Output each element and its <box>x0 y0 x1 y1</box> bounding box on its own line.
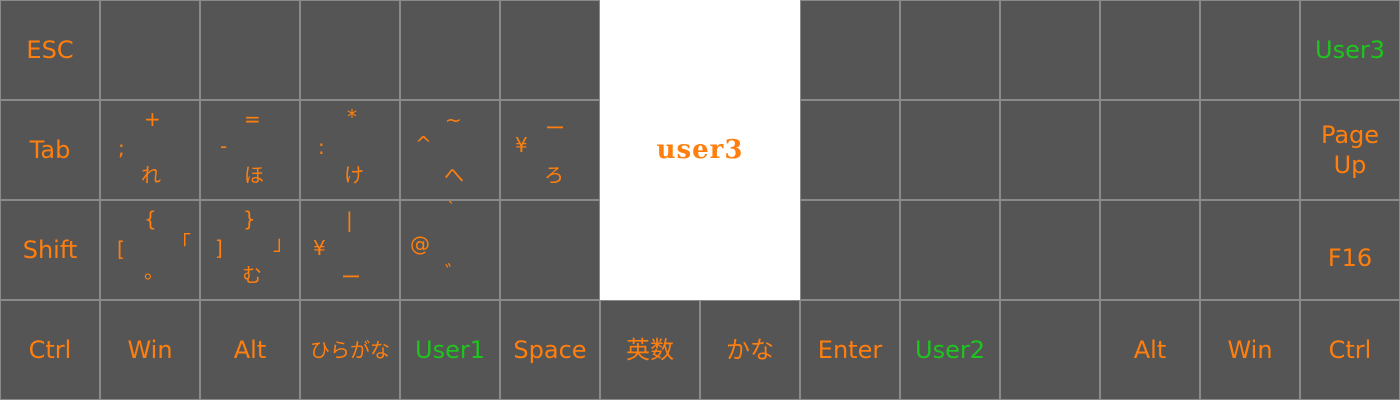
key-eisu[interactable]: 英数 <box>600 300 700 400</box>
key-colon[interactable]: * : け <box>300 100 400 200</box>
key-blank[interactable] <box>800 0 900 100</box>
key-at[interactable]: ` @ ゛ <box>400 200 500 300</box>
kana-legend: れ <box>141 163 161 187</box>
keyboard-layout: ESC User3 Tab + ; れ = - ほ * : け ~ ^ へ ー … <box>0 0 1400 400</box>
key-space[interactable]: Space <box>500 300 600 400</box>
key-alt-right[interactable]: Alt <box>1100 300 1200 400</box>
key-kana[interactable]: かな <box>700 300 800 400</box>
key-tab[interactable]: Tab <box>0 100 100 200</box>
key-blank[interactable] <box>1000 100 1100 200</box>
base-legend: ; <box>118 136 125 160</box>
key-blank[interactable] <box>500 200 600 300</box>
kana-legend: む <box>242 263 262 287</box>
key-right-bracket[interactable]: } ] 」 む <box>200 200 300 300</box>
kana-legend: ゛ <box>445 261 465 285</box>
shift-legend: } <box>243 207 256 231</box>
kana-legend: 。 <box>144 259 164 283</box>
base-legend: ^ <box>415 132 432 156</box>
kana-legend: ほ <box>244 163 264 187</box>
key-blank[interactable] <box>200 0 300 100</box>
layer-name-label: user3 <box>656 135 744 165</box>
key-blank[interactable] <box>1000 0 1100 100</box>
key-blank[interactable] <box>1000 300 1100 400</box>
key-caret[interactable]: ~ ^ へ <box>400 100 500 200</box>
key-shift[interactable]: Shift <box>0 200 100 300</box>
key-blank[interactable] <box>100 0 200 100</box>
kana-legend: ろ <box>544 163 564 187</box>
base-legend: [ <box>117 237 125 261</box>
base-legend: - <box>220 134 228 158</box>
key-minus[interactable]: = - ほ <box>200 100 300 200</box>
key-blank[interactable] <box>800 100 900 200</box>
key-user2[interactable]: User2 <box>900 300 1000 400</box>
base-legend: @ <box>410 232 430 256</box>
kana-legend: け <box>344 163 364 187</box>
base-legend: ¥ <box>313 236 326 260</box>
shift-legend: = <box>244 107 261 131</box>
shift-legend: | <box>346 208 353 232</box>
shift-legend: { <box>144 207 157 231</box>
kana-legend: ー <box>341 265 361 289</box>
base-legend: : <box>318 135 325 159</box>
key-yen[interactable]: ー ¥ ろ <box>500 100 600 200</box>
key-blank[interactable] <box>900 0 1000 100</box>
kana-legend: へ <box>444 163 464 187</box>
key-user3[interactable]: User3 <box>1300 0 1400 100</box>
key-page-up[interactable]: Page Up <box>1300 100 1400 200</box>
shift-legend: ー <box>545 116 565 140</box>
key-blank[interactable] <box>300 0 400 100</box>
key-blank[interactable] <box>900 100 1000 200</box>
kana-legend: 」 <box>273 231 293 255</box>
key-esc[interactable]: ESC <box>0 0 100 100</box>
kana-legend: 「 <box>171 231 191 255</box>
shift-legend: ` <box>446 200 456 221</box>
key-backslash[interactable]: | ¥ ー <box>300 200 400 300</box>
key-enter[interactable]: Enter <box>800 300 900 400</box>
key-win-right[interactable]: Win <box>1200 300 1300 400</box>
shift-legend: * <box>347 105 357 129</box>
key-f16[interactable]: F16 <box>1300 200 1400 300</box>
key-left-bracket[interactable]: { [ 「 。 <box>100 200 200 300</box>
key-blank[interactable] <box>500 0 600 100</box>
key-blank[interactable] <box>1100 0 1200 100</box>
key-hiragana[interactable]: ひらがな <box>300 300 400 400</box>
key-blank[interactable] <box>1100 100 1200 200</box>
key-blank[interactable] <box>1200 0 1300 100</box>
key-semicolon[interactable]: + ; れ <box>100 100 200 200</box>
key-ctrl-right[interactable]: Ctrl <box>1300 300 1400 400</box>
key-blank[interactable] <box>1200 100 1300 200</box>
key-alt-left[interactable]: Alt <box>200 300 300 400</box>
key-ctrl-left[interactable]: Ctrl <box>0 300 100 400</box>
base-legend: ¥ <box>515 133 528 157</box>
key-user1[interactable]: User1 <box>400 300 500 400</box>
key-blank[interactable] <box>1100 200 1200 300</box>
key-blank[interactable] <box>400 0 500 100</box>
key-blank[interactable] <box>1000 200 1100 300</box>
shift-legend: + <box>144 107 161 131</box>
base-legend: ] <box>215 236 223 260</box>
key-blank[interactable] <box>1200 200 1300 300</box>
key-win-left[interactable]: Win <box>100 300 200 400</box>
shift-legend: ~ <box>445 108 462 132</box>
key-blank[interactable] <box>800 200 900 300</box>
key-blank[interactable] <box>900 200 1000 300</box>
